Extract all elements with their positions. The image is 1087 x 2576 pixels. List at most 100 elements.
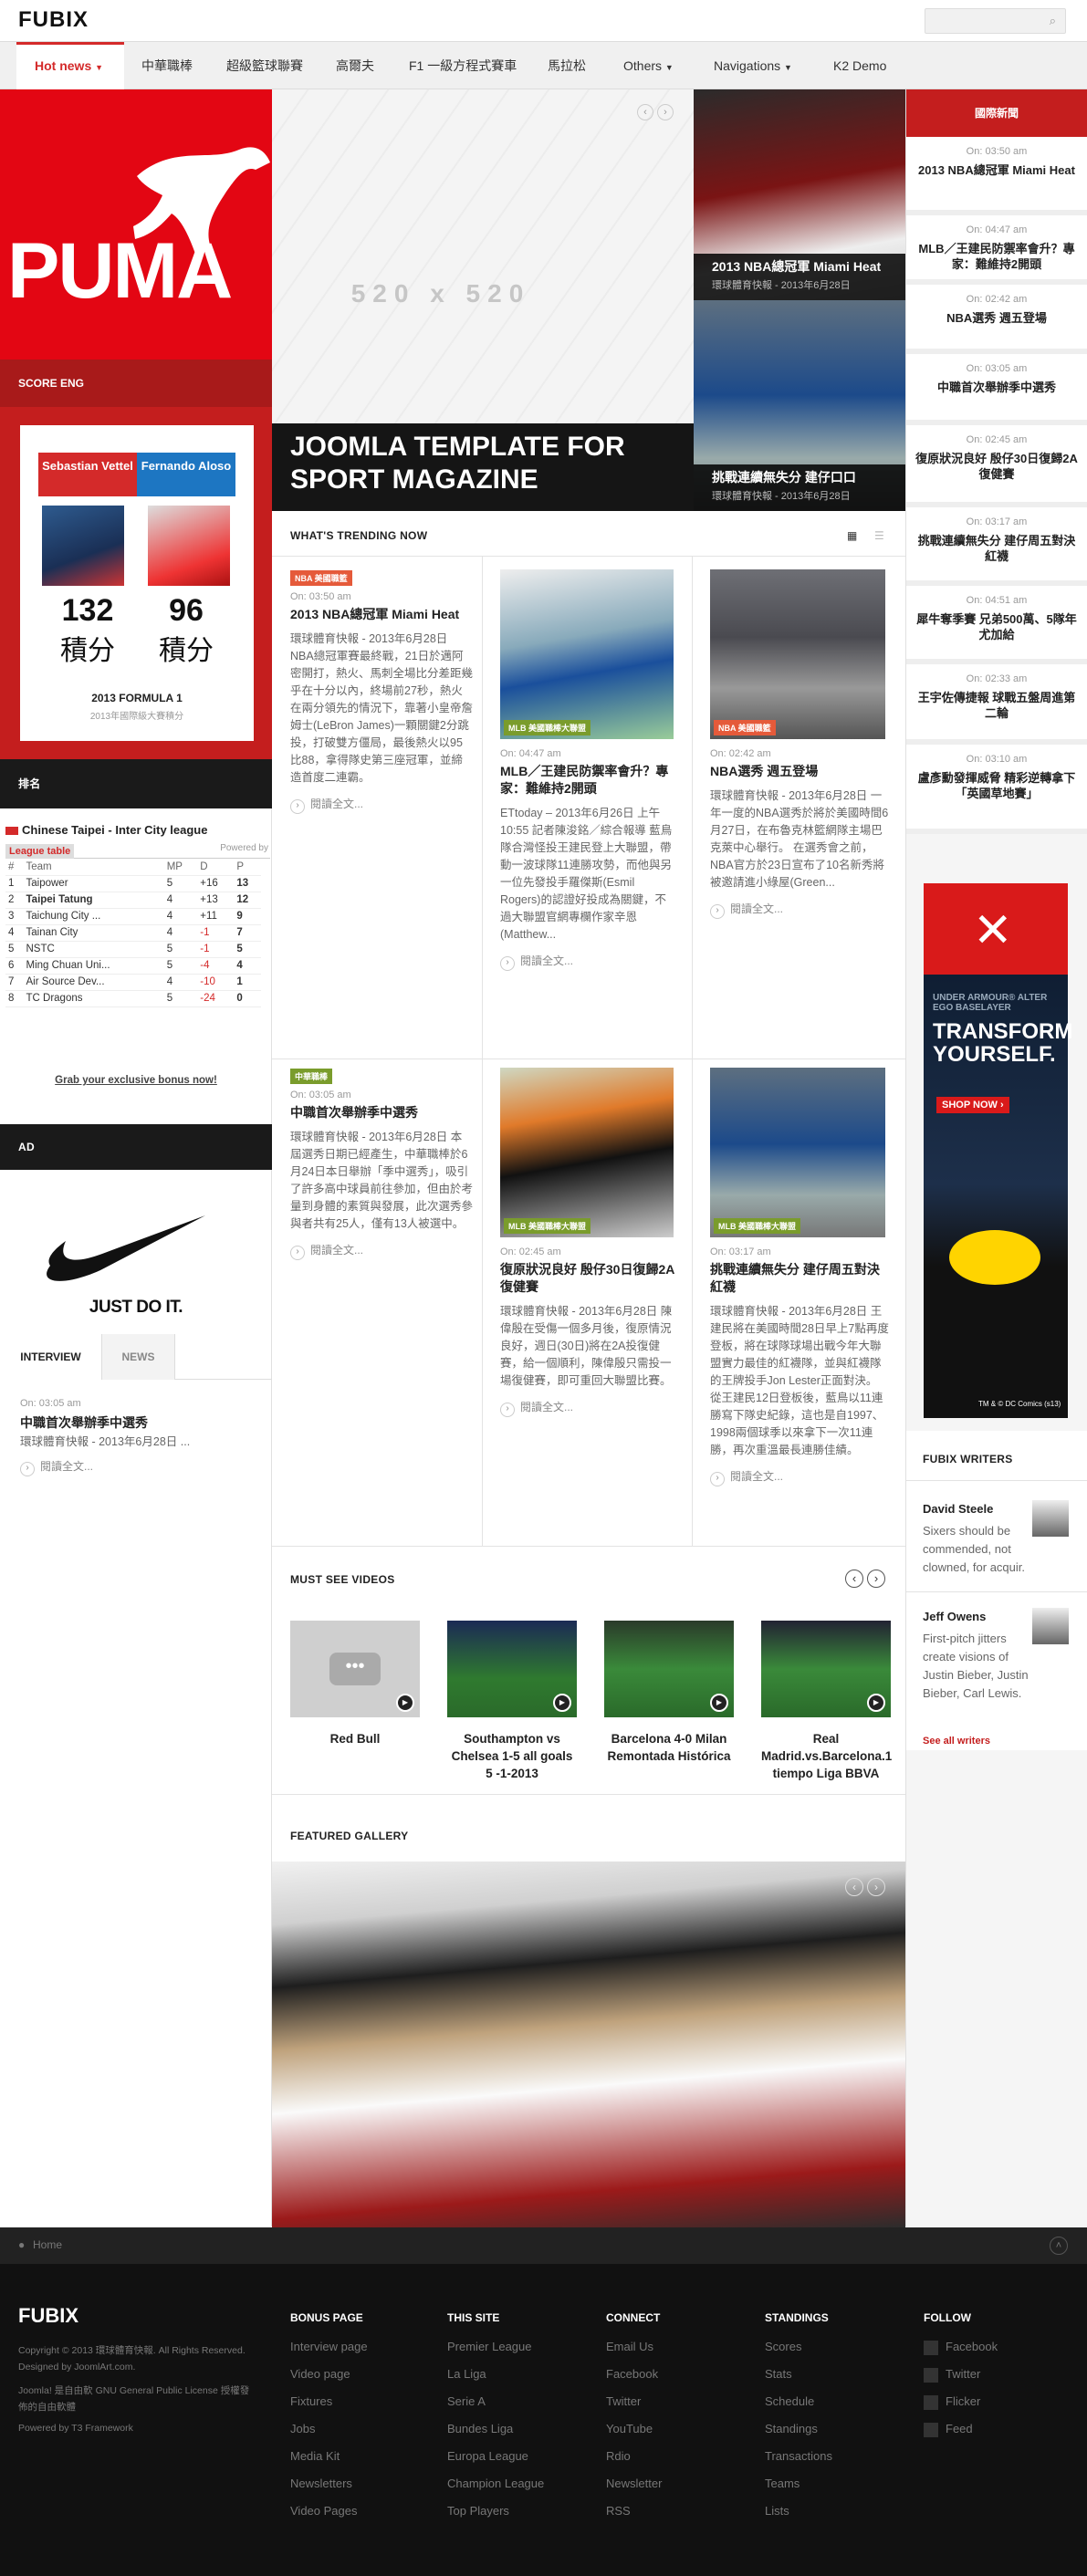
hero-side-item[interactable]: 挑戰連續無失分 建仔口口 環球體育快報 - 2013年6月28日 <box>694 300 905 511</box>
play-icon[interactable]: ▶ <box>396 1694 414 1712</box>
category-tag[interactable]: MLB 美國職棒大聯盟 <box>504 720 591 735</box>
news-item[interactable]: On: 02:45 am 復原狀況良好 殷仔30日復歸2A復健賽 <box>906 425 1087 507</box>
article-title[interactable]: 復原狀況良好 殷仔30日復歸2A復健賽 <box>500 1261 677 1296</box>
read-more-link[interactable]: 閱讀全文... <box>20 1458 257 1476</box>
read-more-link[interactable]: 閱讀全文... <box>710 901 889 919</box>
footer-link[interactable]: Facebook <box>606 2361 752 2388</box>
footer-link[interactable]: Twitter <box>606 2388 752 2415</box>
footer-link[interactable]: Fixtures <box>290 2388 436 2415</box>
nike-ad[interactable]: JUST DO IT. <box>0 1170 272 1334</box>
footer-link[interactable]: La Liga <box>447 2361 593 2388</box>
news-item[interactable]: On: 04:51 am 犀牛奪季賽 兄弟500萬、5隊年尤加給 <box>906 586 1087 664</box>
footer-link[interactable]: Top Players <box>447 2498 593 2525</box>
search-input[interactable]: ⌕ <box>925 8 1066 34</box>
footer-link[interactable]: RSS <box>606 2498 752 2525</box>
nav-others[interactable]: Others ▼ <box>623 42 674 89</box>
video-caption[interactable]: Red Bull <box>290 1730 420 1747</box>
article-image[interactable]: MLB 美國職棒大聯盟 <box>500 569 674 739</box>
news-title[interactable]: 盧彥勳發揮威脅 精彩逆轉拿下「英國草地賽」 <box>906 770 1087 801</box>
nav-marathon[interactable]: 馬拉松 <box>548 42 586 89</box>
read-more-link[interactable]: 閱讀全文... <box>500 953 677 971</box>
article-image[interactable]: NBA 美國職籃 <box>710 569 885 739</box>
footer-link[interactable]: Media Kit <box>290 2443 436 2470</box>
read-more-link[interactable]: 閱讀全文... <box>290 796 473 814</box>
play-icon[interactable]: ▶ <box>710 1694 728 1712</box>
video-item[interactable]: ▶ Real Madrid.vs.Barcelona.1 tiempo Liga… <box>761 1621 892 1782</box>
article-image[interactable]: MLB 美國職棒大聯盟 <box>710 1068 885 1237</box>
footer-link[interactable]: Teams <box>765 2470 911 2498</box>
news-title[interactable]: 王宇佐傳捷報 球戰五盤周進第二輪 <box>906 690 1087 721</box>
article-title[interactable]: 中職首次舉辦季中選秀 <box>290 1104 473 1121</box>
news-item[interactable]: On: 03:50 am 2013 NBA總冠軍 Miami Heat <box>906 137 1087 215</box>
tab-news[interactable]: NEWS <box>102 1334 175 1380</box>
article-title[interactable]: NBA選秀 週五登場 <box>710 763 889 780</box>
footer-link[interactable]: Serie A <box>447 2388 593 2415</box>
video-thumbnail[interactable]: ▶ <box>761 1621 891 1717</box>
footer-link[interactable]: Email Us <box>606 2333 752 2361</box>
footer-link[interactable]: Newsletters <box>290 2470 436 2498</box>
news-item[interactable]: On: 03:10 am 盧彥勳發揮威脅 精彩逆轉拿下「英國草地賽」 <box>906 745 1087 834</box>
prev-icon[interactable]: ‹ <box>845 1878 863 1896</box>
video-thumbnail[interactable]: ▶ <box>447 1621 577 1717</box>
play-icon[interactable]: ▶ <box>553 1694 571 1712</box>
news-title[interactable]: MLB／王建民防禦率會升？專家：難維持2開頭 <box>906 241 1087 272</box>
puma-ad[interactable]: PUMA <box>0 89 272 360</box>
footer-link[interactable]: Feed <box>924 2415 1070 2443</box>
article-title[interactable]: 2013 NBA總冠軍 Miami Heat <box>290 606 473 623</box>
video-thumbnail[interactable]: ••• ▶ <box>290 1621 420 1717</box>
prev-icon[interactable]: ‹ <box>845 1570 863 1588</box>
gallery-image[interactable]: ‹ › <box>272 1862 905 2227</box>
category-tag[interactable]: MLB 美國職棒大聯盟 <box>504 1218 591 1234</box>
footer-link[interactable]: YouTube <box>606 2415 752 2443</box>
news-item[interactable]: On: 02:33 am 王宇佐傳捷報 球戰五盤周進第二輪 <box>906 664 1087 745</box>
tab-interview[interactable]: INTERVIEW <box>0 1334 102 1380</box>
video-caption[interactable]: Southampton vs Chelsea 1-5 all goals 5 -… <box>447 1730 577 1782</box>
back-to-top-icon[interactable]: ˄ <box>1050 2237 1068 2255</box>
news-item[interactable]: On: 03:05 am 中職首次舉辦季中選秀 <box>906 354 1087 425</box>
nav-f1[interactable]: F1 一級方程式賽車 <box>409 42 517 89</box>
footer-link[interactable]: Flicker <box>924 2388 1070 2415</box>
footer-link[interactable]: Champion League <box>447 2470 593 2498</box>
writer-name[interactable]: Jeff Owens <box>923 1610 986 1623</box>
nav-navigations[interactable]: Navigations ▼ <box>714 42 792 89</box>
next-icon[interactable]: › <box>867 1570 885 1588</box>
article-title[interactable]: 挑戰連續無失分 建仔周五對決紅襪 <box>710 1261 889 1296</box>
footer-logo[interactable]: FUBIX <box>18 2304 78 2328</box>
footer-link[interactable]: Newsletter <box>606 2470 752 2498</box>
breadcrumb-home[interactable]: Home <box>33 2238 62 2251</box>
footer-link[interactable]: Lists <box>765 2498 911 2525</box>
list-view-icon[interactable]: ☰ <box>874 529 884 542</box>
site-logo[interactable]: FUBIX <box>18 7 89 33</box>
hero-title[interactable]: JOOMLA TEMPLATE FOR SPORT MAGAZINE <box>290 431 674 496</box>
video-thumbnail[interactable]: ▶ <box>604 1621 734 1717</box>
footer-link[interactable]: Rdio <box>606 2443 752 2470</box>
item-title[interactable]: 中職首次舉辦季中選秀 <box>20 1414 257 1432</box>
news-item[interactable]: On: 04:47 am MLB／王建民防禦率會升？專家：難維持2開頭 <box>906 215 1087 285</box>
read-more-link[interactable]: 閱讀全文... <box>710 1468 889 1486</box>
footer-link[interactable]: Premier League <box>447 2333 593 2361</box>
news-title[interactable]: NBA選秀 週五登場 <box>906 310 1087 326</box>
article-title[interactable]: MLB／王建民防禦率會升？專家：難維持2開頭 <box>500 763 677 798</box>
news-title[interactable]: 挑戰連續無失分 建仔周五對決紅襪 <box>906 533 1087 564</box>
next-icon[interactable]: › <box>867 1878 885 1896</box>
footer-link[interactable]: Video Pages <box>290 2498 436 2525</box>
play-icon[interactable]: ▶ <box>867 1694 885 1712</box>
article-image[interactable]: MLB 美國職棒大聯盟 <box>500 1068 674 1237</box>
news-title[interactable]: 2013 NBA總冠軍 Miami Heat <box>906 162 1087 178</box>
footer-link[interactable]: Scores <box>765 2333 911 2361</box>
prev-icon[interactable]: ‹ <box>637 104 653 120</box>
video-caption[interactable]: Real Madrid.vs.Barcelona.1 tiempo Liga B… <box>761 1730 892 1782</box>
grid-view-icon[interactable]: ▦ <box>847 529 857 542</box>
league-table-tab[interactable]: League table <box>5 844 75 859</box>
under-armour-ad[interactable]: ✕ UNDER ARMOUR® ALTER EGO BASELAYER TRAN… <box>924 883 1072 1418</box>
nav-hot-news[interactable]: Hot news ▼ <box>16 42 124 89</box>
footer-link[interactable]: Schedule <box>765 2388 911 2415</box>
shop-now-button[interactable]: SHOP NOW › <box>936 1097 1009 1113</box>
read-more-link[interactable]: 閱讀全文... <box>290 1242 473 1260</box>
footer-link[interactable]: Jobs <box>290 2415 436 2443</box>
nav-k2-demo[interactable]: K2 Demo <box>833 42 886 89</box>
news-item[interactable]: On: 02:42 am NBA選秀 週五登場 <box>906 285 1087 354</box>
see-all-writers-link[interactable]: See all writers <box>923 1736 990 1747</box>
hero-slide[interactable]: 520 x 520 JOOMLA TEMPLATE FOR SPORT MAGA… <box>272 89 694 511</box>
news-title[interactable]: 中職首次舉辦季中選秀 <box>906 380 1087 395</box>
